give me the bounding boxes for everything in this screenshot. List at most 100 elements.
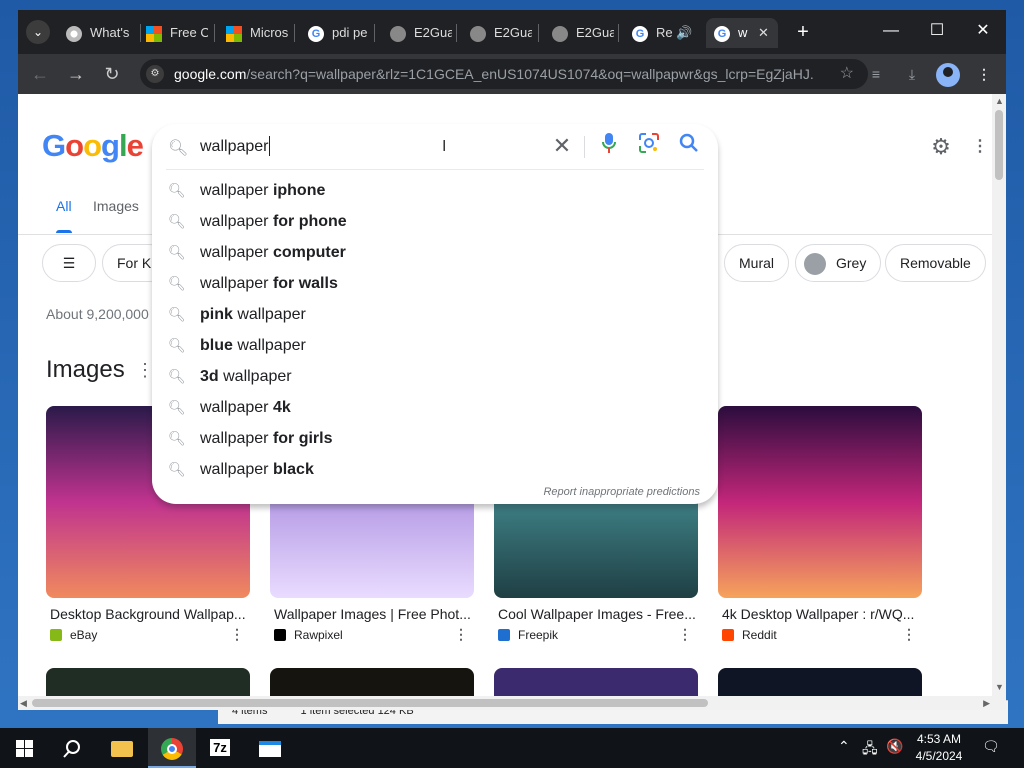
suggestion-text: wallpaper for girls [200,430,333,447]
network-icon[interactable]: 🖧 [862,738,878,762]
suggestion-text: wallpaper iphone [200,182,326,199]
chip-removable[interactable]: Removable [885,244,986,282]
minimize-button[interactable]: — [868,10,914,54]
source-name: Reddit [742,628,777,642]
site-info-icon[interactable]: ⚙ [146,65,164,83]
speaker-icon[interactable]: 🔊 [676,25,692,40]
more-options-icon[interactable]: ⋮ [902,626,916,643]
tab-strip: ⌄ What's Free O Micros Gpdi pe E2Gua E2G… [18,10,1006,54]
chip-grey[interactable]: Grey [795,244,882,282]
tab-label: What's [90,25,130,40]
search-icon: 🔍︎ [168,306,186,322]
suggestion-item[interactable]: 🔍︎ wallpaper black [152,454,718,485]
new-tab-button[interactable]: + [790,19,816,45]
address-bar[interactable]: ⚙ google.com/search?q=wallpaper&rlz=1C1G… [140,59,868,89]
suggestion-text: wallpaper for walls [200,275,338,292]
sliders-icon: ☰ [62,255,76,271]
suggestion-item[interactable]: 🔍︎ wallpaper for girls [152,423,718,454]
browser-toolbar: ← → ↻ ⚙ google.com/search?q=wallpaper&rl… [18,54,1006,94]
close-window-button[interactable]: ✕ [960,10,1006,54]
tab-6[interactable]: E2Gua [470,18,532,48]
google-lens-icon[interactable] [636,132,662,160]
suggestion-item[interactable]: 🔍︎ wallpaper for walls [152,268,718,299]
tab-8[interactable]: G Re 🔊 [632,18,696,48]
image-source: eBay ⋮ [50,626,250,643]
close-tab-icon[interactable]: ✕ [758,18,769,48]
notifications-icon[interactable]: 🗨 [982,738,1000,755]
forward-button[interactable]: → [64,62,88,86]
horizontal-scrollbar[interactable]: ◀ ▶ [18,696,992,710]
image-result-card[interactable]: 4k Desktop Wallpaper : r/WQ... Reddit ⋮ [718,406,922,642]
more-options-icon[interactable]: ⋮ [230,626,244,643]
tab-7[interactable]: E2Gua [552,18,614,48]
image-title[interactable]: 4k Desktop Wallpaper : r/WQ... [722,606,922,622]
tab-active[interactable]: Gw ✕ [706,18,778,48]
image-source: Rawpixel ⋮ [274,626,474,643]
taskbar-search-icon[interactable] [48,728,96,768]
volume-muted-icon[interactable]: 🔇 [886,738,903,755]
vertical-scrollbar[interactable]: ▲ ▼ [992,94,1006,710]
windows-taskbar: 7z ⌃ 🖧 🔇 4:53 AM 4/5/2024 🗨 [0,728,1024,768]
e2guardian-icon [470,25,486,42]
image-source: Freepik ⋮ [498,626,698,643]
filter-tools-chip[interactable]: ☰ [42,244,96,282]
search-box-with-suggestions: 🔍︎ I ✕ 🔍︎ wallpaper iphone 🔍︎ wallpaper for… [152,124,718,504]
tab-images[interactable]: Images [93,198,139,214]
search-submit-icon[interactable] [676,132,702,160]
image-thumbnail[interactable] [718,406,922,598]
bookmark-star-icon[interactable]: ☆ [840,59,854,89]
source-name: Rawpixel [294,628,343,642]
reading-list-icon[interactable]: ≡ [864,62,888,86]
tab-label: E2Gua [414,25,452,40]
suggestion-item[interactable]: 🔍︎ wallpaper iphone [152,175,718,206]
suggestion-item[interactable]: 🔍︎ wallpaper 4k [152,392,718,423]
image-title[interactable]: Desktop Background Wallpap... [50,606,250,622]
file-explorer-icon[interactable] [98,728,146,768]
source-favicon-icon [274,629,286,641]
tab-all[interactable]: All [56,198,72,233]
suggestion-item[interactable]: 🔍︎ pink wallpaper [152,299,718,330]
tab-5[interactable]: E2Gua [390,18,452,48]
google-logo[interactable]: Google [42,128,144,164]
windows-start-button[interactable] [0,728,48,768]
more-options-icon[interactable]: ⋮ [454,626,468,643]
image-title[interactable]: Cool Wallpaper Images - Free... [498,606,698,622]
tab-search-button[interactable]: ⌄ [26,20,50,44]
maximize-button[interactable]: ☐ [914,10,960,54]
search-icon: 🔍︎ [168,337,186,353]
clear-search-button[interactable]: ✕ [550,132,574,160]
chrome-taskbar-icon[interactable] [148,728,196,768]
7zip-icon[interactable]: 7z [196,728,244,768]
app-window-icon[interactable] [246,728,294,768]
tab-label: pdi pe [332,25,368,40]
suggestion-text: wallpaper for phone [200,213,347,230]
suggestion-item[interactable]: 🔍︎ 3d wallpaper [152,361,718,392]
tab-2[interactable]: Free O [146,18,208,48]
google-apps-icon[interactable]: ⋮⋮ [972,134,1002,160]
voice-search-mic-icon[interactable] [596,132,622,160]
report-predictions-link[interactable]: Report inappropriate predictions [543,486,700,498]
suggestion-text: pink wallpaper [200,306,306,323]
suggestion-item[interactable]: 🔍︎ wallpaper computer [152,237,718,268]
system-clock[interactable]: 4:53 AM 4/5/2024 [904,731,974,765]
suggestion-item[interactable]: 🔍︎ wallpaper for phone [152,206,718,237]
search-icon: 🔍︎ [168,140,189,157]
image-title[interactable]: Wallpaper Images | Free Phot... [274,606,474,622]
settings-gear-icon[interactable]: ⚙ [928,134,954,160]
google-icon: G [632,25,648,42]
chrome-menu-icon[interactable]: ⋮ [972,62,996,86]
search-input[interactable] [200,130,540,164]
tab-3[interactable]: Micros [226,18,288,48]
profile-avatar[interactable] [936,63,960,87]
chip-mural[interactable]: Mural [724,244,790,282]
tab-4[interactable]: Gpdi pe [308,18,368,48]
reload-button[interactable]: ↻ [100,62,124,86]
url-host: google.com [174,66,247,82]
tab-1[interactable]: What's [66,18,136,48]
download-icon[interactable]: ⤓ [900,62,924,86]
microsoft-icon [226,25,242,42]
suggestion-item[interactable]: 🔍︎ blue wallpaper [152,330,718,361]
show-hidden-icons-chevron[interactable]: ⌃ [838,738,850,755]
back-button[interactable]: ← [28,62,52,86]
more-options-icon[interactable]: ⋮ [678,626,692,643]
